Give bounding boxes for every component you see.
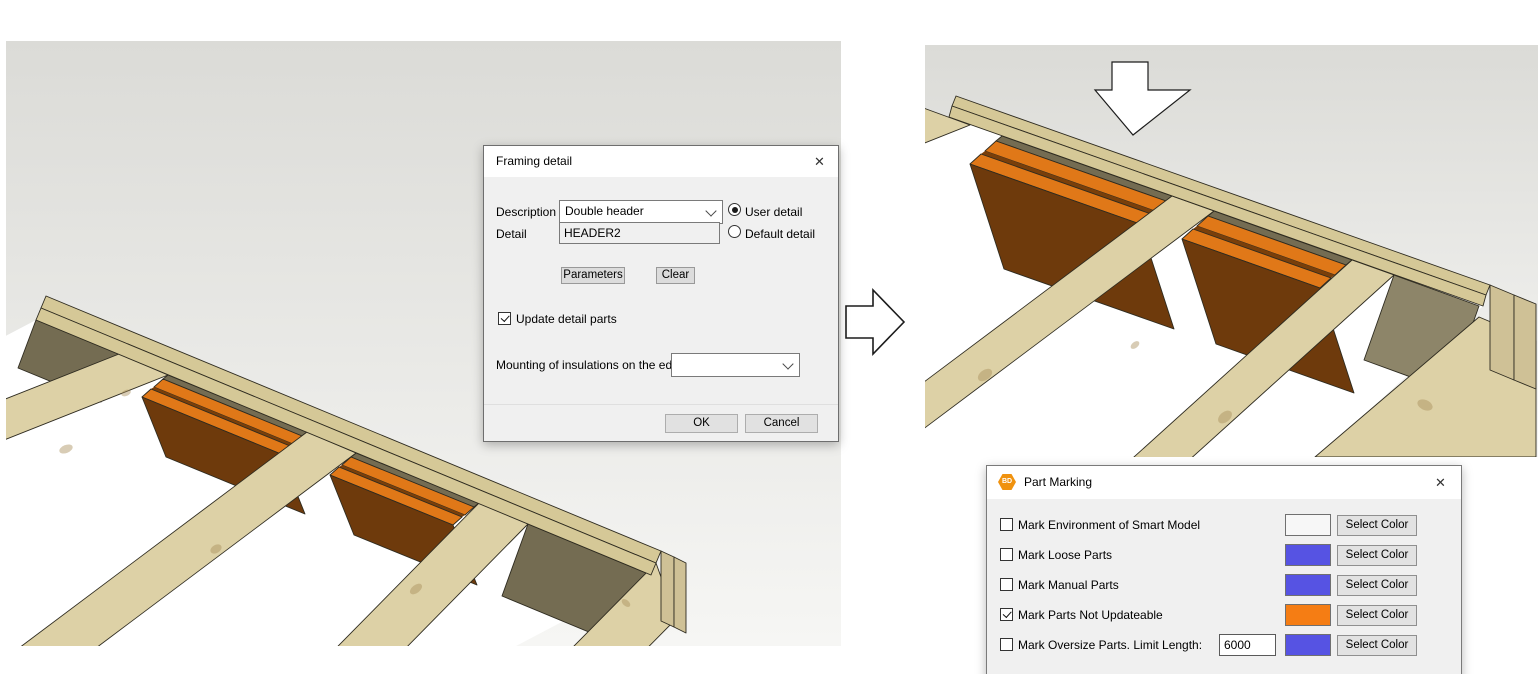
- canvas: Framing detail ✕ Description Double head…: [0, 0, 1538, 674]
- color-swatch: [1285, 574, 1331, 596]
- color-swatch: [1285, 634, 1331, 656]
- close-icon[interactable]: ✕: [811, 153, 828, 170]
- dialog-title: Framing detail: [496, 154, 572, 168]
- parameters-button[interactable]: Parameters: [561, 267, 625, 284]
- ok-button[interactable]: OK: [665, 414, 738, 433]
- mark-manual-label: Mark Manual Parts: [1018, 578, 1119, 592]
- mounting-label: Mounting of insulations on the edge: [496, 358, 685, 372]
- mark-oversize-label: Mark Oversize Parts. Limit Length:: [1018, 638, 1202, 652]
- bd-hexagon-icon: BD: [998, 474, 1016, 490]
- default-detail-radio[interactable]: [728, 225, 741, 238]
- part-marking-dialog: BD Part Marking ✕ Mark Environment of Sm…: [986, 465, 1462, 674]
- select-color-button[interactable]: Select Color: [1337, 635, 1417, 656]
- cancel-button[interactable]: Cancel: [745, 414, 818, 433]
- mark-environment-checkbox[interactable]: [1000, 518, 1013, 531]
- mark-not-updateable-label: Mark Parts Not Updateable: [1018, 608, 1163, 622]
- select-color-button[interactable]: Select Color: [1337, 605, 1417, 626]
- mark-not-updateable-checkbox[interactable]: [1000, 608, 1013, 621]
- limit-length-input[interactable]: [1219, 634, 1276, 656]
- chevron-down-icon: [705, 205, 716, 216]
- color-swatch: [1285, 604, 1331, 626]
- user-detail-label: User detail: [745, 205, 802, 219]
- dialog-footer: OK Cancel: [484, 404, 838, 441]
- clear-button[interactable]: Clear: [656, 267, 695, 284]
- default-detail-label: Default detail: [745, 227, 815, 241]
- framing-3d-scene-after: [925, 45, 1538, 457]
- color-swatch: [1285, 544, 1331, 566]
- mark-loose-checkbox[interactable]: [1000, 548, 1013, 561]
- description-combo[interactable]: Double header: [559, 200, 723, 224]
- mark-environment-label: Mark Environment of Smart Model: [1018, 518, 1200, 532]
- mark-oversize-checkbox[interactable]: [1000, 638, 1013, 651]
- framing-detail-dialog: Framing detail ✕ Description Double head…: [483, 145, 839, 442]
- select-color-button[interactable]: Select Color: [1337, 515, 1417, 536]
- description-label: Description: [496, 205, 556, 219]
- select-color-button[interactable]: Select Color: [1337, 575, 1417, 596]
- mark-loose-label: Mark Loose Parts: [1018, 548, 1112, 562]
- color-swatch: [1285, 514, 1331, 536]
- dialog-title: Part Marking: [1024, 475, 1092, 489]
- update-detail-parts-label: Update detail parts: [516, 312, 617, 326]
- transition-right-arrow-icon: [845, 286, 907, 358]
- close-icon[interactable]: ✕: [1432, 474, 1449, 491]
- right-3d-viewport[interactable]: [925, 45, 1538, 457]
- chevron-down-icon: [782, 358, 793, 369]
- user-detail-radio[interactable]: [728, 203, 741, 216]
- mark-manual-checkbox[interactable]: [1000, 578, 1013, 591]
- update-detail-parts-checkbox[interactable]: [498, 312, 511, 325]
- detail-input[interactable]: [559, 222, 720, 244]
- description-value: Double header: [565, 204, 644, 218]
- mounting-combo[interactable]: [671, 353, 800, 377]
- pointer-down-arrow-icon: [1095, 58, 1191, 138]
- select-color-button[interactable]: Select Color: [1337, 545, 1417, 566]
- detail-label: Detail: [496, 227, 527, 241]
- framing-dialog-titlebar[interactable]: Framing detail ✕: [484, 146, 838, 177]
- part-marking-titlebar[interactable]: BD Part Marking ✕: [987, 466, 1461, 499]
